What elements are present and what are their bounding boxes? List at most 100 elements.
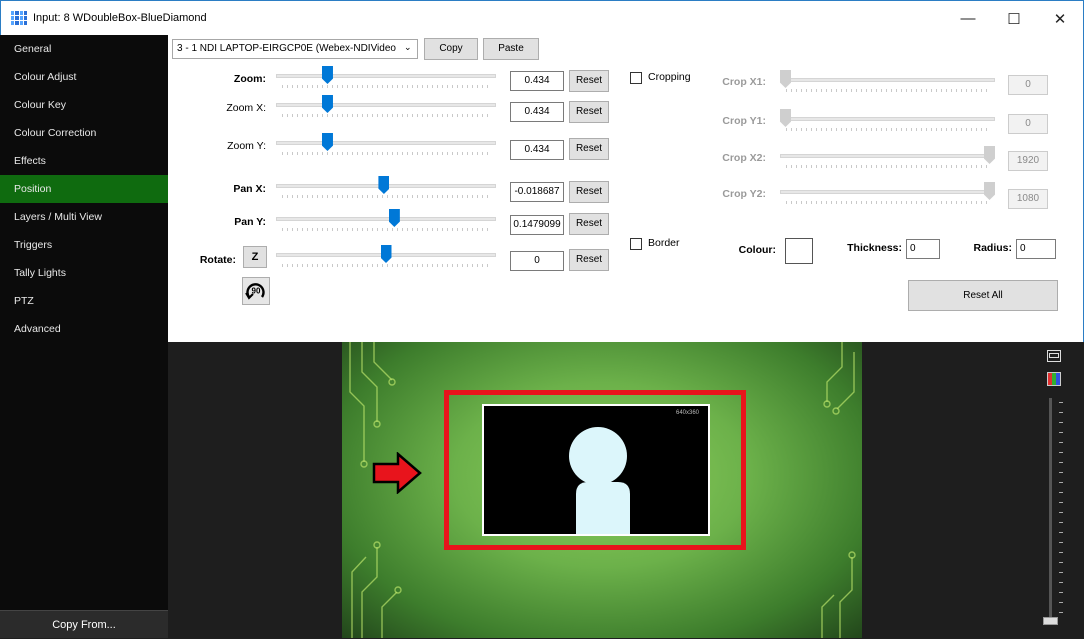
volume-tick [1059, 492, 1063, 493]
volume-tick [1059, 402, 1063, 403]
radius-input[interactable]: 0 [1016, 239, 1056, 259]
sidebar-item-colour-key[interactable]: Colour Key [0, 91, 168, 119]
volume-tick [1059, 512, 1063, 513]
volume-tick [1059, 412, 1063, 413]
window-title: Input: 8 WDoubleBox-BlueDiamond [33, 12, 207, 24]
volume-tick [1059, 602, 1063, 603]
crop-x2-value[interactable]: 1920 [1008, 151, 1048, 171]
cropping-checkbox[interactable] [630, 72, 642, 84]
sidebar-item-position[interactable]: Position [0, 175, 168, 203]
volume-tick [1059, 432, 1063, 433]
red-arrow-icon [372, 452, 422, 494]
volume-tick [1059, 562, 1063, 563]
volume-tick [1059, 482, 1063, 483]
sidebar-item-triggers[interactable]: Triggers [0, 231, 168, 259]
volume-tick [1059, 442, 1063, 443]
pan-x-label: Pan X: [233, 183, 266, 195]
camera-preview [482, 404, 710, 536]
zoom-value[interactable]: 0.434 [510, 71, 564, 91]
sidebar-item-layers-multi-view[interactable]: Layers / Multi View [0, 203, 168, 231]
crop-x1-label: Crop X1: [722, 76, 766, 88]
crop-y1-slider[interactable] [780, 109, 995, 133]
volume-tick [1059, 452, 1063, 453]
sidebar: General Colour Adjust Colour Key Colour … [0, 35, 168, 638]
thickness-input[interactable]: 0 [906, 239, 940, 259]
volume-tick [1059, 532, 1063, 533]
rotate-value[interactable]: 0 [510, 251, 564, 271]
zoom-x-reset-button[interactable]: Reset [569, 101, 609, 123]
crop-y1-label: Crop Y1: [722, 115, 766, 127]
rotate-z-button[interactable]: Z [243, 246, 267, 268]
zoom-y-slider[interactable] [276, 133, 496, 157]
volume-tick [1059, 612, 1063, 613]
crop-y2-value[interactable]: 1080 [1008, 189, 1048, 209]
pan-y-reset-button[interactable]: Reset [569, 213, 609, 235]
zoom-y-label: Zoom Y: [227, 140, 266, 152]
crop-y2-slider[interactable] [780, 182, 995, 206]
person-placeholder-icon [569, 427, 630, 534]
volume-tick [1059, 582, 1063, 583]
zoom-reset-button[interactable]: Reset [569, 70, 609, 92]
maximize-button[interactable]: ☐ [991, 1, 1037, 36]
zoom-y-reset-button[interactable]: Reset [569, 138, 609, 160]
border-checkbox[interactable] [630, 238, 642, 250]
sidebar-item-ptz[interactable]: PTZ [0, 287, 168, 315]
app-grid-icon [11, 11, 27, 25]
sidebar-item-colour-correction[interactable]: Colour Correction [0, 119, 168, 147]
title-bar: Input: 8 WDoubleBox-BlueDiamond — ☐ ✕ [0, 0, 1084, 35]
pan-x-value[interactable]: -0.018687 [510, 182, 564, 202]
source-select[interactable]: 3 - 1 NDI LAPTOP-EIRGCP0E (Webex-NDIVide… [172, 39, 418, 59]
monitor-inner [1049, 353, 1059, 358]
crop-y1-value[interactable]: 0 [1008, 114, 1048, 134]
colour-bars-icon[interactable] [1047, 372, 1061, 386]
pan-x-slider[interactable] [276, 176, 496, 200]
zoom-slider[interactable] [276, 66, 496, 90]
pan-y-value[interactable]: 0.1479099 [510, 215, 564, 235]
close-button[interactable]: ✕ [1037, 1, 1083, 36]
pan-x-reset-button[interactable]: Reset [569, 181, 609, 203]
volume-tick [1059, 462, 1063, 463]
sidebar-item-colour-adjust[interactable]: Colour Adjust [0, 63, 168, 91]
crop-x1-value[interactable]: 0 [1008, 75, 1048, 95]
radius-label: Radius: [973, 242, 1012, 254]
rotate-reset-button[interactable]: Reset [569, 249, 609, 271]
zoom-x-value[interactable]: 0.434 [510, 102, 564, 122]
volume-tick [1059, 592, 1063, 593]
volume-tick [1059, 542, 1063, 543]
volume-tick [1059, 422, 1063, 423]
rotate-label: Rotate: [199, 254, 236, 266]
volume-tick [1059, 552, 1063, 553]
pan-y-label: Pan Y: [234, 216, 266, 228]
source-select-value: 3 - 1 NDI LAPTOP-EIRGCP0E (Webex-NDIVide… [177, 43, 396, 54]
crop-x1-slider[interactable] [780, 70, 995, 94]
pan-y-slider[interactable] [276, 209, 496, 233]
volume-tick [1059, 522, 1063, 523]
volume-handle[interactable] [1043, 617, 1058, 625]
volume-tick [1059, 472, 1063, 473]
zoom-y-value[interactable]: 0.434 [510, 140, 564, 160]
border-label: Border [648, 237, 680, 249]
sidebar-item-tally-lights[interactable]: Tally Lights [0, 259, 168, 287]
copy-button[interactable]: Copy [424, 38, 478, 60]
reset-all-button[interactable]: Reset All [908, 280, 1058, 311]
crop-x2-label: Crop X2: [722, 152, 766, 164]
sidebar-item-general[interactable]: General [0, 35, 168, 63]
sidebar-item-advanced[interactable]: Advanced [0, 315, 168, 343]
sidebar-item-effects[interactable]: Effects [0, 147, 168, 175]
rotate-90-button[interactable]: 90 [242, 277, 270, 305]
zoom-x-label: Zoom X: [226, 102, 266, 114]
thickness-label: Thickness: [847, 242, 902, 254]
volume-tick [1059, 572, 1063, 573]
paste-button[interactable]: Paste [483, 38, 539, 60]
volume-tick [1059, 502, 1063, 503]
rotate-slider[interactable] [276, 245, 496, 269]
minimize-button[interactable]: — [945, 1, 991, 36]
chevron-down-icon: ⌄ [404, 42, 412, 52]
zoom-x-slider[interactable] [276, 95, 496, 119]
copy-from-button[interactable]: Copy From... [0, 610, 168, 638]
crop-y2-label: Crop Y2: [722, 188, 766, 200]
cropping-label: Cropping [648, 71, 691, 83]
crop-x2-slider[interactable] [780, 146, 995, 170]
border-colour-swatch[interactable] [785, 238, 813, 264]
resolution-label: 640x360 [676, 410, 700, 416]
